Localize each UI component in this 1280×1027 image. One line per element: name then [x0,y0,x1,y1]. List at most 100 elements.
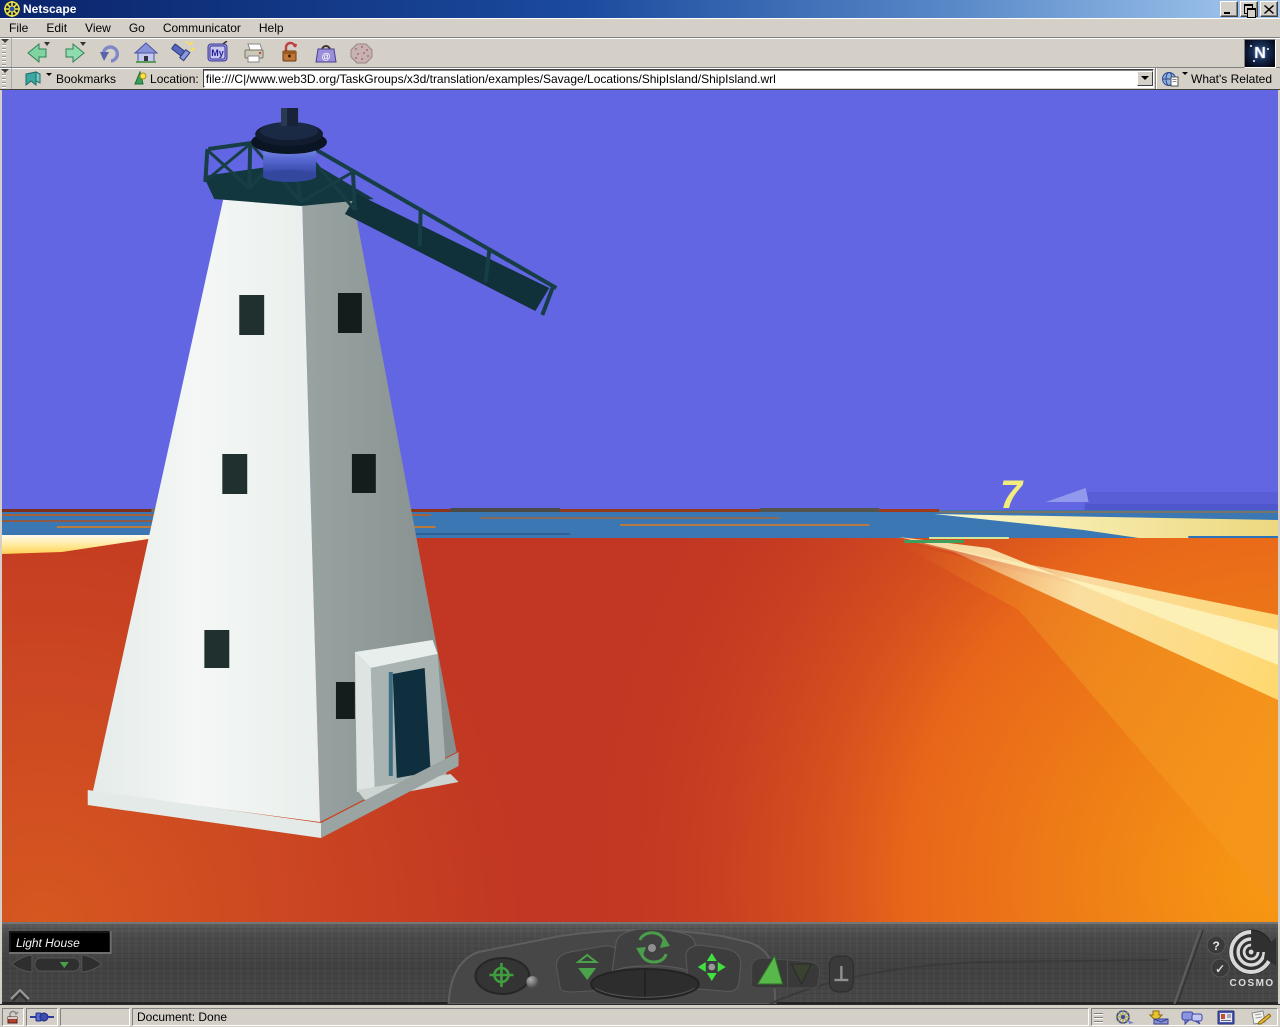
location-bar: Bookmarks Location: What's Related [0,68,1280,90]
search-button[interactable] [164,39,200,66]
navigation-toolbar: My @ [0,38,1280,68]
address-book-icon [1215,1010,1237,1025]
discussions-component-button[interactable] [1175,1009,1209,1025]
prev-viewpoint-button[interactable] [12,955,32,972]
shop-at-text: @ [322,51,331,61]
back-button[interactable] [20,39,56,66]
shop-icon: @ [313,41,339,65]
netscape-window: Netscape File Edit View Go Communicator … [0,0,1280,1024]
menu-communicator[interactable]: Communicator [154,19,250,37]
status-message: Document: Done [132,1008,1089,1026]
home-icon [133,41,159,65]
navigator-component-button[interactable] [1107,1009,1141,1025]
channel-marker-7: 7 [1000,473,1024,517]
whats-related-button[interactable]: What's Related [1156,68,1280,89]
stop-button[interactable] [344,39,380,66]
print-button[interactable] [236,39,272,66]
menu-go[interactable]: Go [120,19,154,37]
dashboard-divider [1174,930,1200,1004]
search-icon [169,41,195,65]
location-field [203,69,1154,88]
location-bar-grip[interactable] [0,68,12,89]
whats-related-globe-icon [1161,71,1179,87]
forward-button[interactable] [56,39,92,66]
vrml-viewport: 7 [0,90,1280,922]
bookmarks-label: Bookmarks [56,72,116,86]
shop-button[interactable]: @ [308,39,344,66]
bookmarks-button[interactable]: Bookmarks [20,70,122,87]
cosmo-logo: COSMO [1229,930,1276,989]
incline-up-button[interactable] [752,956,788,988]
online-status[interactable] [26,1008,58,1026]
composer-component-button[interactable] [1243,1009,1277,1025]
security-status[interactable] [2,1008,24,1026]
close-button[interactable] [1260,1,1278,17]
dashboard-collapse-handle[interactable] [11,990,29,1001]
minimize-icon [1224,12,1230,14]
forward-icon [61,41,87,65]
my-netscape-button[interactable]: My [200,39,236,66]
inbox-icon [1147,1010,1169,1025]
menu-edit[interactable]: Edit [37,19,76,37]
incline-down-button[interactable] [788,960,820,988]
menu-bar: File Edit View Go Communicator Help [0,18,1280,38]
door [393,668,431,778]
straighten-button[interactable] [829,956,853,992]
help-glyph: ? [1213,939,1220,953]
confirm-glyph: ✓ [1215,962,1225,976]
status-bar: Document: Done [0,1007,1280,1027]
url-dropdown-icon [1141,76,1149,84]
home-button[interactable] [128,39,164,66]
minimize-button[interactable] [1220,1,1238,17]
security-button[interactable] [272,39,308,66]
whats-related-label: What's Related [1191,72,1272,86]
location-proxy-icon[interactable] [132,71,148,86]
viewpoint-list-button[interactable] [35,958,80,971]
toolbar-grip[interactable] [0,38,12,67]
reload-button[interactable] [92,39,128,66]
url-dropdown-button[interactable] [1137,71,1153,86]
menu-view[interactable]: View [76,19,120,37]
next-viewpoint-button[interactable] [82,955,102,972]
3d-scene[interactable]: 7 [2,90,1278,922]
component-bar-grip[interactable] [1094,1011,1103,1023]
restore-icon [1244,4,1253,14]
netscape-app-icon [4,1,20,17]
progress-bar [60,1008,130,1026]
whats-related-dropdown-icon [1182,72,1188,78]
netscape-throbber[interactable]: N [1244,39,1276,68]
back-icon [25,41,51,65]
print-icon [241,41,267,65]
close-icon [1264,5,1274,14]
console-ball [526,976,538,988]
inbox-component-button[interactable] [1141,1009,1175,1025]
viewpoint-name: Light House [16,936,80,950]
rotate-button[interactable] [612,929,696,972]
help-button[interactable]: ? [1207,936,1225,954]
security-icon [277,41,303,65]
my-netscape-icon: My [205,41,231,65]
console-trackpad[interactable] [591,969,699,999]
cosmo-logo-text: COSMO [1230,978,1275,989]
unlocked-padlock-icon [6,1010,20,1024]
url-input[interactable] [204,71,1137,86]
window-title: Netscape [23,0,1218,18]
bookmarks-dropdown-icon [46,73,52,79]
restore-button[interactable] [1240,1,1258,17]
navigator-icon [1113,1010,1135,1025]
seek-button[interactable] [476,958,530,994]
plug-icon [30,1011,54,1023]
component-bar [1091,1008,1278,1026]
menu-help[interactable]: Help [250,19,293,37]
stop-icon [349,41,375,65]
reload-icon [97,41,123,65]
throbber-n: N [1254,45,1266,63]
menu-file[interactable]: File [0,19,37,37]
title-bar: Netscape [0,0,1280,18]
my-netscape-text: My [211,48,224,58]
bookmark-icon [24,71,42,86]
confirm-button[interactable]: ✓ [1211,959,1229,977]
location-label: Location: [150,72,199,86]
address-book-component-button[interactable] [1209,1009,1243,1025]
cosmo-dashboard: Light House [0,922,1280,1004]
